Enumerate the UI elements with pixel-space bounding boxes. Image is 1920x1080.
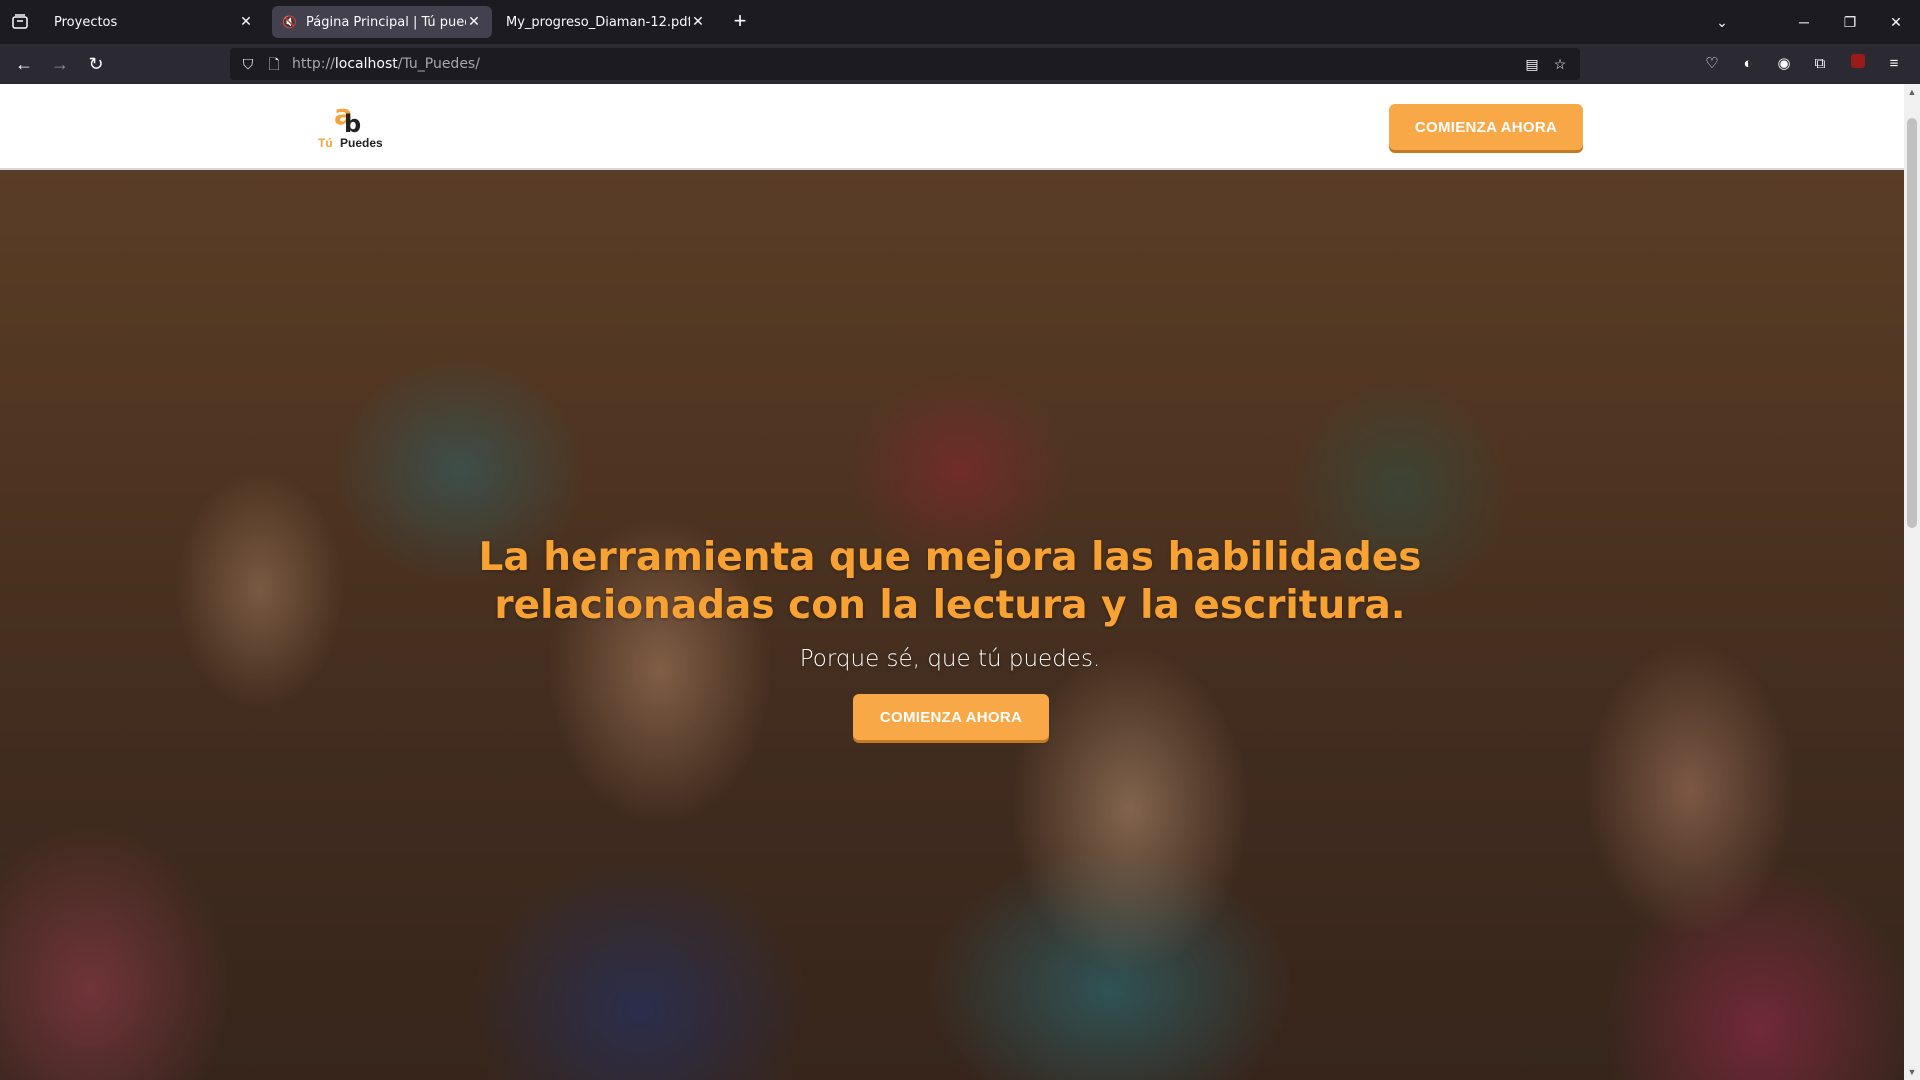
- menu-icon[interactable]: ≡: [1882, 52, 1906, 76]
- hero-title: La herramienta que mejora las habilidade…: [460, 534, 1440, 630]
- chevron-down-icon[interactable]: ⌄: [1710, 10, 1734, 34]
- page-icon[interactable]: 🗋: [264, 54, 284, 74]
- web-page: a b Tú Puedes COMIENZA AHORA La herramie…: [0, 84, 1904, 1080]
- url-prefix: http://: [292, 56, 335, 72]
- extensions-icon[interactable]: ⧉: [1808, 52, 1832, 76]
- bookmark-star-icon[interactable]: ☆: [1550, 54, 1570, 74]
- hero-start-button[interactable]: COMIENZA AHORA: [853, 694, 1049, 740]
- tab-label: My_progreso_Diaman-12.pdf: [506, 14, 690, 30]
- logo-letter-b: b: [344, 110, 362, 138]
- url-path: /Tu_Puedes/: [397, 56, 480, 72]
- reader-view-icon[interactable]: ▤: [1522, 54, 1542, 74]
- browser-nav-bar: ← → ↻ ⛉ 🗋 http://localhost/Tu_Puedes/ ▤ …: [0, 44, 1920, 84]
- tab-pdf[interactable]: My_progreso_Diaman-12.pdf ✕: [496, 6, 716, 38]
- header-start-button[interactable]: COMIENZA AHORA: [1389, 104, 1583, 150]
- scroll-thumb[interactable]: [1907, 118, 1917, 528]
- pocket-icon[interactable]: ♡: [1700, 52, 1724, 76]
- forward-icon[interactable]: →: [48, 52, 72, 76]
- reload-icon[interactable]: ↻: [84, 52, 108, 76]
- page-scrollbar[interactable]: ▲ ▼: [1904, 84, 1920, 1080]
- tab-label: Proyectos: [54, 14, 118, 30]
- close-icon[interactable]: ✕: [690, 14, 706, 30]
- hero-title-line-1: La herramienta que mejora las habilidade…: [478, 535, 1422, 580]
- browser-tab-bar: Proyectos ✕ 🔇 Página Principal | Tú pued…: [0, 0, 1920, 44]
- back-icon[interactable]: ←: [12, 52, 36, 76]
- url-host: localhost: [334, 56, 398, 72]
- site-logo[interactable]: a b Tú Puedes: [316, 98, 396, 154]
- tab-proyectos[interactable]: Proyectos ✕: [44, 6, 264, 38]
- tab-label: Página Principal | Tú puedes: [306, 14, 466, 30]
- close-icon[interactable]: ✕: [238, 14, 254, 30]
- minimize-icon[interactable]: ─: [1792, 10, 1816, 34]
- scroll-up-icon[interactable]: ▲: [1904, 84, 1920, 100]
- sync-icon[interactable]: ◐: [1736, 52, 1760, 76]
- scroll-down-icon[interactable]: ▼: [1904, 1064, 1920, 1080]
- url-text[interactable]: http://localhost/Tu_Puedes/: [292, 56, 480, 72]
- mute-icon[interactable]: 🔇: [282, 15, 298, 29]
- tab-pagina-principal[interactable]: 🔇 Página Principal | Tú puedes ✕: [272, 6, 492, 38]
- site-header: a b Tú Puedes COMIENZA AHORA: [0, 84, 1904, 170]
- hero-title-line-2: relacionadas con la lectura y la escritu…: [494, 583, 1406, 628]
- url-bar[interactable]: ⛉ 🗋 http://localhost/Tu_Puedes/ ▤ ☆: [230, 48, 1580, 80]
- shield-icon[interactable]: ⛉: [238, 54, 258, 74]
- close-icon[interactable]: ✕: [466, 14, 482, 30]
- account-icon[interactable]: ◉: [1772, 52, 1796, 76]
- hero-section: La herramienta que mejora las habilidade…: [0, 170, 1904, 1080]
- restore-icon[interactable]: ❐: [1838, 10, 1862, 34]
- new-tab-icon[interactable]: +: [728, 10, 752, 34]
- ublock-icon[interactable]: [1846, 52, 1870, 76]
- hero-subtitle: Porque sé, que tú puedes.: [799, 646, 1101, 672]
- tab-list-icon[interactable]: [8, 10, 32, 34]
- close-window-icon[interactable]: ✕: [1884, 10, 1908, 34]
- logo-puedes: Puedes: [340, 136, 383, 150]
- logo-tu: Tú: [318, 136, 333, 150]
